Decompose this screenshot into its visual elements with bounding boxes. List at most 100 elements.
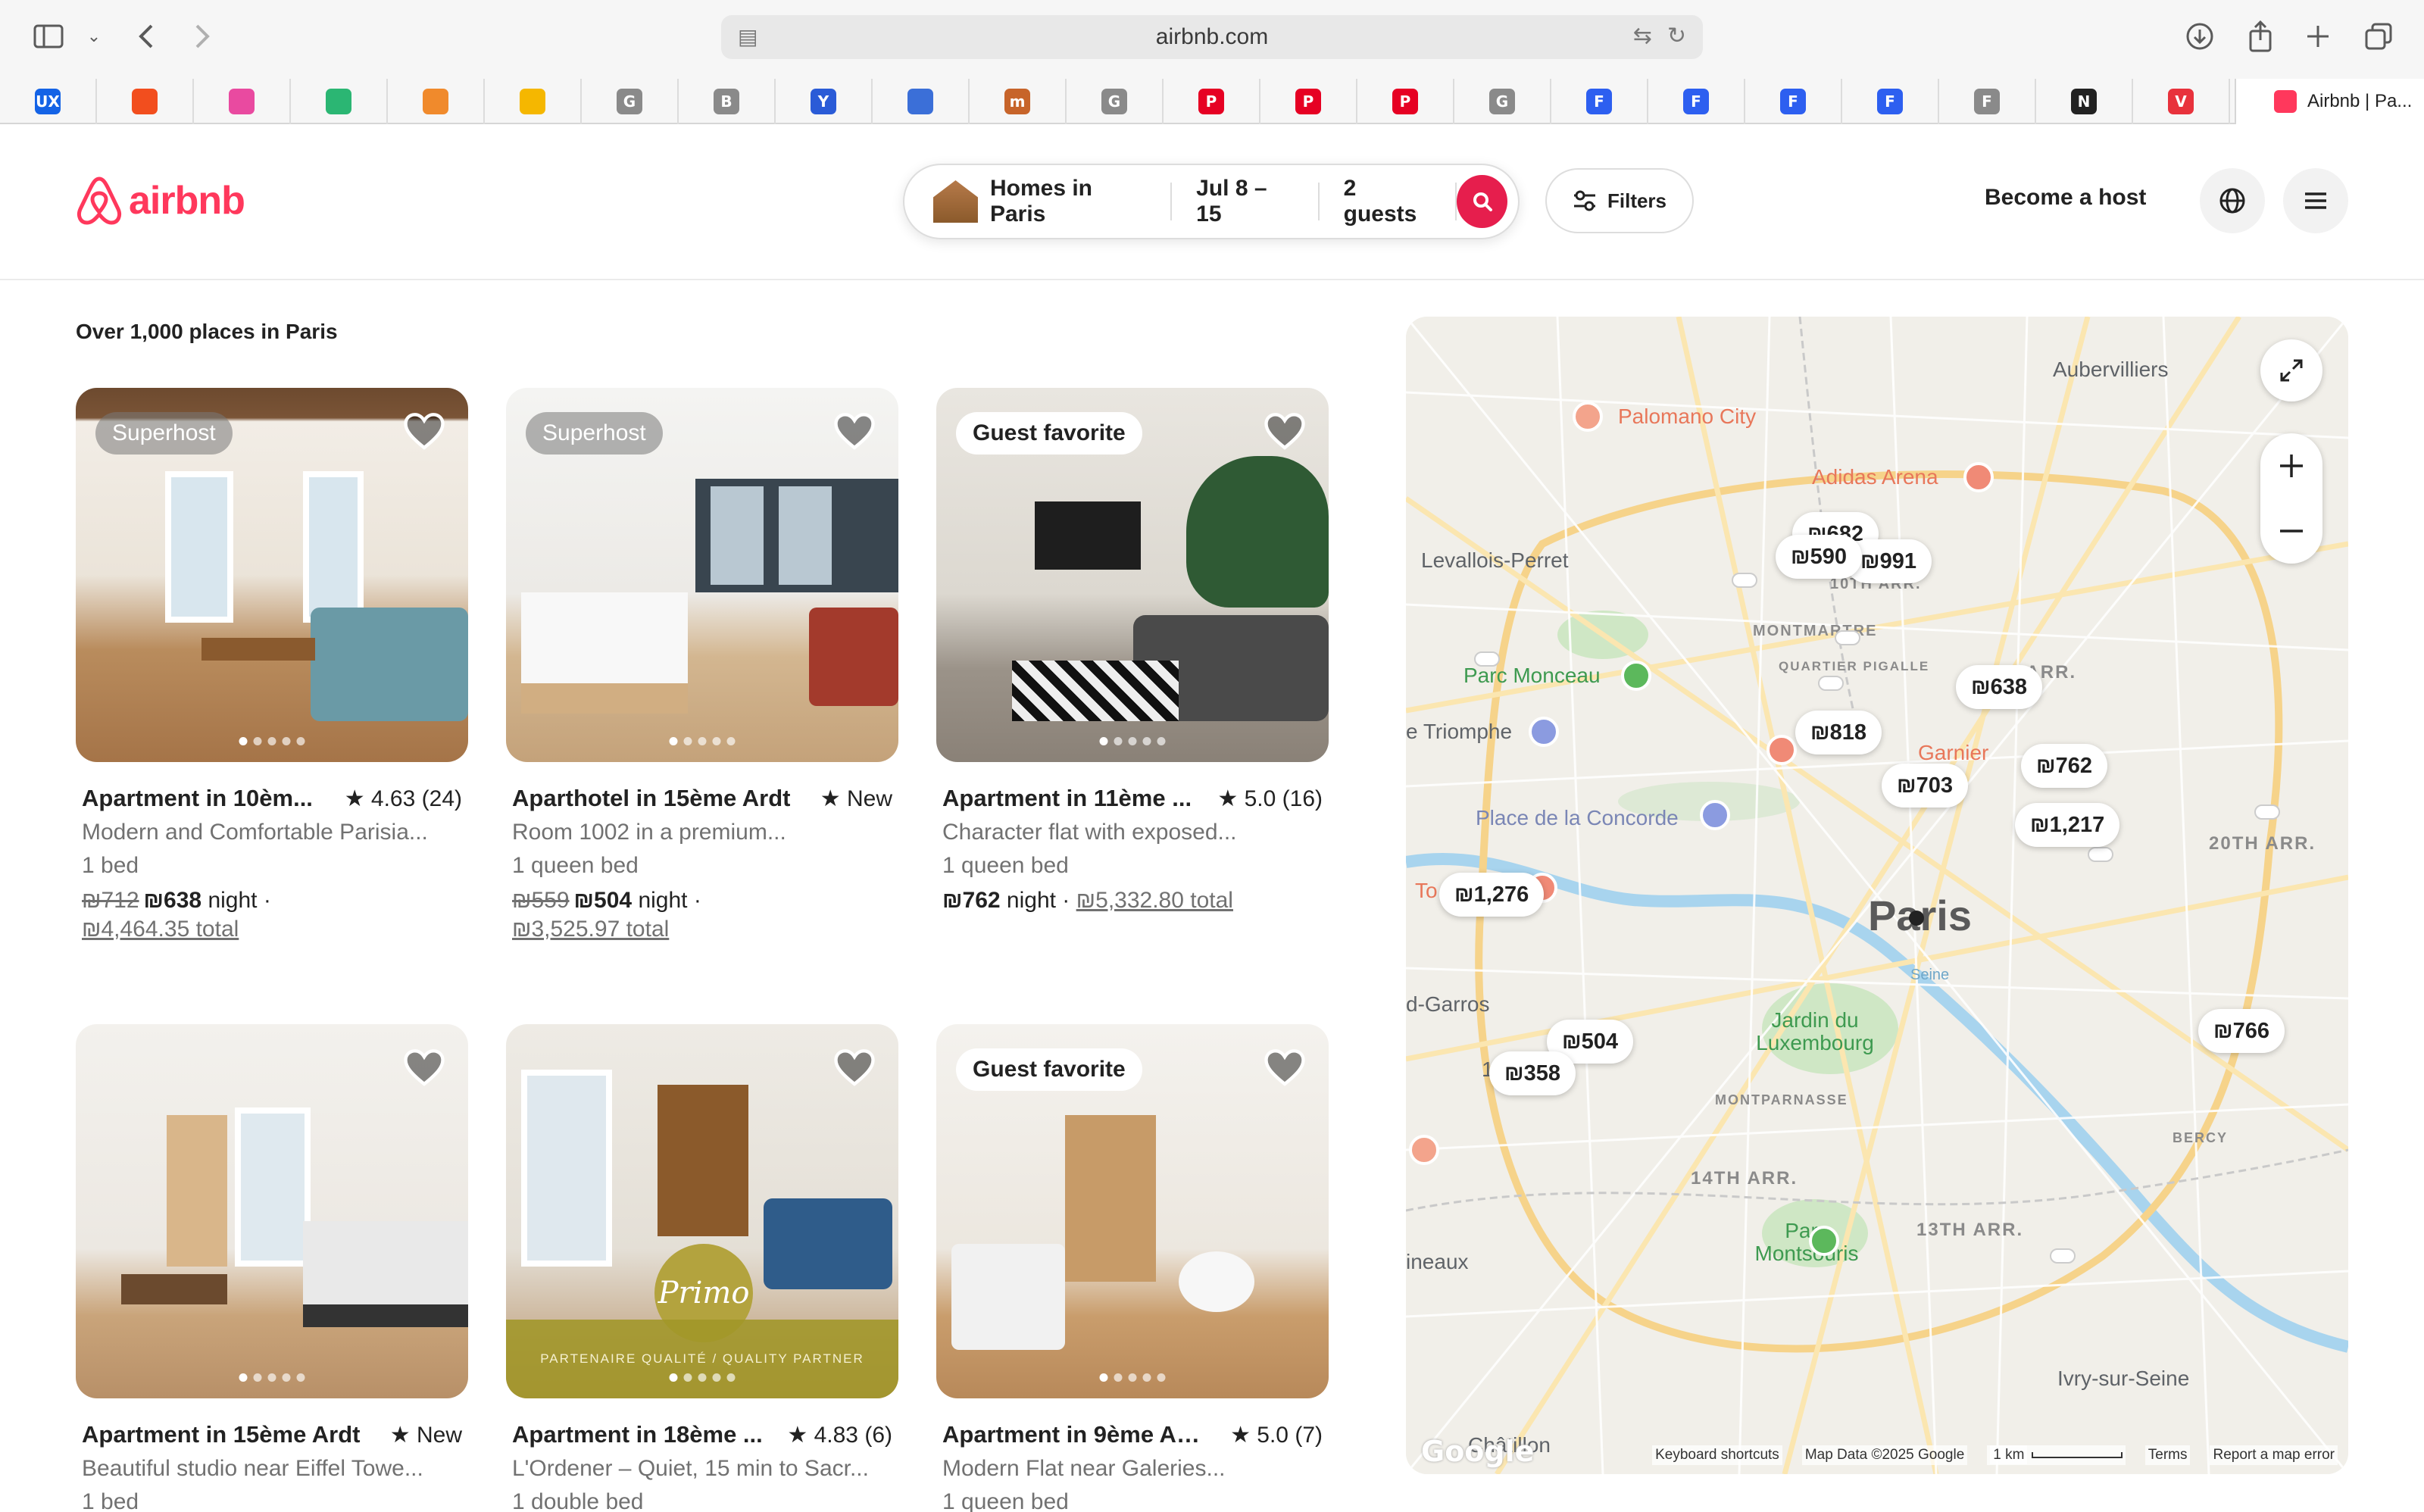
- bookmark-item[interactable]: [485, 79, 582, 124]
- bookmark-item[interactable]: Y: [776, 79, 873, 124]
- bookmark-item[interactable]: P: [1164, 79, 1260, 124]
- listing-dot-marker[interactable]: [2088, 847, 2113, 862]
- poi-marker-icon[interactable]: [1409, 1135, 1439, 1165]
- poi-marker-icon[interactable]: [1573, 401, 1603, 432]
- listing-photo[interactable]: Guest favorite: [936, 1024, 1329, 1398]
- search-guests[interactable]: 2 guests: [1320, 176, 1457, 226]
- reload-icon[interactable]: ↻: [1667, 23, 1686, 49]
- map-price-pin[interactable]: ₪1,217: [2015, 803, 2120, 847]
- listing-card[interactable]: Superhost Aparthotel in 15ème Ardt ★ New…: [506, 388, 898, 942]
- music-marker-icon[interactable]: [1766, 735, 1797, 765]
- listing-card[interactable]: Primo PARTENAIRE QUALITÉ / QUALITY PARTN…: [506, 1024, 898, 1512]
- bookmark-item[interactable]: [873, 79, 970, 124]
- heart-icon[interactable]: [403, 411, 445, 453]
- listing-card[interactable]: Superhost Apartment in 10èm... ★ 4.63 (2…: [76, 388, 468, 942]
- back-icon[interactable]: [124, 15, 167, 58]
- filters-button[interactable]: Filters: [1545, 168, 1694, 233]
- park-marker-icon[interactable]: [1621, 661, 1651, 691]
- search-bar[interactable]: Homes in Paris Jul 8 – 15 2 guests: [903, 164, 1520, 239]
- listing-card[interactable]: Guest favorite Apartment in 11ème ... ★ …: [936, 388, 1329, 914]
- heart-icon[interactable]: [833, 411, 876, 453]
- map-price-pin[interactable]: ₪1,276: [1439, 873, 1545, 917]
- listing-price: ₪712 ₪638 night ·: [82, 888, 462, 914]
- listing-dot-marker[interactable]: [1818, 676, 1844, 691]
- chevron-down-icon[interactable]: ⌄: [73, 15, 115, 58]
- map-price-pin[interactable]: ₪818: [1795, 711, 1882, 754]
- poi-marker-icon[interactable]: [1963, 462, 1994, 492]
- search-button[interactable]: [1457, 175, 1507, 228]
- listing-dot-marker[interactable]: [1835, 630, 1860, 645]
- listing-dot-marker[interactable]: [1474, 651, 1500, 667]
- map-price-pin[interactable]: ₪762: [2021, 744, 2108, 788]
- bookmark-item[interactable]: UX: [0, 79, 97, 124]
- tab-overview-icon[interactable]: [2357, 15, 2400, 58]
- new-tab-icon[interactable]: [2297, 15, 2339, 58]
- bookmark-item[interactable]: [388, 79, 485, 124]
- page-settings-icon[interactable]: ▤: [738, 24, 764, 50]
- total-price-link[interactable]: ₪3,525.97 total: [512, 917, 892, 942]
- map-price-pin[interactable]: ₪590: [1776, 535, 1863, 579]
- listing-photo[interactable]: Superhost: [506, 388, 898, 762]
- map-price-pin[interactable]: ₪358: [1489, 1051, 1576, 1095]
- heart-icon[interactable]: [403, 1047, 445, 1089]
- listing-card[interactable]: Guest favorite Apartment in 9ème Ar... ★…: [936, 1024, 1329, 1512]
- bookmark-item[interactable]: [194, 79, 291, 124]
- bookmark-item[interactable]: F: [1745, 79, 1842, 124]
- bookmark-item[interactable]: G: [1454, 79, 1551, 124]
- bookmark-item[interactable]: F: [1648, 79, 1745, 124]
- bookmark-item[interactable]: F: [1551, 79, 1648, 124]
- blue-f-icon: F: [1683, 89, 1709, 114]
- search-dates[interactable]: Jul 8 – 15: [1172, 176, 1320, 226]
- zoom-out-button[interactable]: [2260, 498, 2322, 564]
- bookmark-item[interactable]: P: [1357, 79, 1454, 124]
- listing-dot-marker[interactable]: [2254, 804, 2280, 820]
- bookmark-item[interactable]: F: [1939, 79, 2036, 124]
- zoom-in-button[interactable]: [2260, 433, 2322, 498]
- heart-icon[interactable]: [1264, 411, 1306, 453]
- camera-marker-icon[interactable]: [1700, 800, 1730, 830]
- forward-icon[interactable]: [182, 15, 224, 58]
- monument-marker-icon[interactable]: [1529, 717, 1559, 747]
- bookmark-item[interactable]: N: [2036, 79, 2133, 124]
- heart-icon[interactable]: [1264, 1047, 1306, 1089]
- total-price-link[interactable]: ₪5,332.80 total: [1076, 888, 1233, 913]
- listing-photo[interactable]: Primo PARTENAIRE QUALITÉ / QUALITY PARTN…: [506, 1024, 898, 1398]
- search-location[interactable]: Homes in Paris: [990, 176, 1173, 226]
- bookmark-item[interactable]: P: [1260, 79, 1357, 124]
- listing-photo[interactable]: [76, 1024, 468, 1398]
- airbnb-logo[interactable]: airbnb: [76, 176, 245, 226]
- map-price-pin[interactable]: ₪638: [1956, 665, 2043, 709]
- bookmark-item[interactable]: G: [582, 79, 679, 124]
- tab-airbnb[interactable]: Airbnb | Pa...: [2235, 79, 2424, 124]
- park-marker-icon[interactable]: [1809, 1226, 1839, 1256]
- bookmark-item[interactable]: V: [2133, 79, 2230, 124]
- map-price-pin[interactable]: ₪766: [2198, 1009, 2285, 1053]
- bookmark-item[interactable]: F: [1842, 79, 1939, 124]
- translate-icon[interactable]: ⇆: [1633, 23, 1652, 49]
- downloads-icon[interactable]: [2179, 15, 2221, 58]
- map-price-pin[interactable]: ₪703: [1882, 764, 1969, 808]
- listing-dot-marker[interactable]: [2050, 1248, 2076, 1264]
- sidebar-toggle-icon[interactable]: [27, 15, 70, 58]
- listing-photo[interactable]: Superhost: [76, 388, 468, 762]
- listing-photo[interactable]: Guest favorite: [936, 388, 1329, 762]
- share-icon[interactable]: [2239, 15, 2282, 58]
- report-map-error-link[interactable]: Report a map error: [2210, 1445, 2338, 1465]
- listing-card[interactable]: Apartment in 15ème Ardt ★ New Beautiful …: [76, 1024, 468, 1512]
- bookmark-item[interactable]: m: [970, 79, 1067, 124]
- keyboard-shortcuts-link[interactable]: Keyboard shortcuts: [1652, 1445, 1782, 1465]
- heart-icon[interactable]: [833, 1047, 876, 1089]
- terms-link[interactable]: Terms: [2144, 1445, 2191, 1465]
- total-price-link[interactable]: ₪4,464.35 total: [82, 917, 462, 942]
- results-map[interactable]: Aubervilliers Palomano City Adidas Arena…: [1406, 317, 2348, 1474]
- bookmark-item[interactable]: B: [679, 79, 776, 124]
- map-fullscreen-button[interactable]: [2260, 339, 2322, 401]
- become-host-link[interactable]: Become a host: [1985, 185, 2146, 211]
- menu-button[interactable]: [2283, 168, 2348, 233]
- bookmark-item[interactable]: G: [1067, 79, 1164, 124]
- language-button[interactable]: [2200, 168, 2265, 233]
- listing-dot-marker[interactable]: [1732, 573, 1757, 588]
- bookmark-item[interactable]: [97, 79, 194, 124]
- bookmark-item[interactable]: [291, 79, 388, 124]
- address-bar[interactable]: ▤ airbnb.com ⇆ ↻: [721, 15, 1703, 59]
